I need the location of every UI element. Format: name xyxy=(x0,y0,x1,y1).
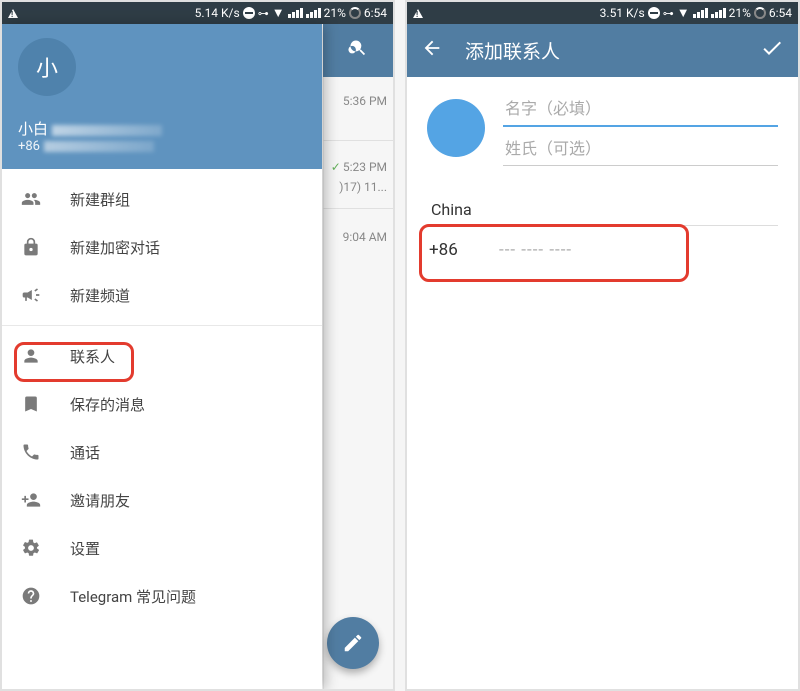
compose-fab[interactable] xyxy=(327,617,379,669)
drawer-item-faq[interactable]: Telegram 常见问题 xyxy=(2,572,322,620)
phone-right: 3.51 K/s ⊶ ▼ 21% 6:54 添加联系人 Ch xyxy=(405,0,800,691)
main-appbar-partial xyxy=(323,24,393,77)
loading-icon xyxy=(754,7,766,19)
phone-icon xyxy=(20,442,42,462)
drawer-item-label: 新建加密对话 xyxy=(70,237,160,258)
contact-icon xyxy=(20,346,42,366)
last-name-field[interactable] xyxy=(503,133,778,166)
drawer-header[interactable]: 小 小白 +86 xyxy=(2,24,322,169)
drawer-item-settings[interactable]: 设置 xyxy=(2,524,322,572)
user-avatar[interactable]: 小 xyxy=(18,38,76,96)
warning-icon xyxy=(413,9,423,18)
chat-time-1: 5:36 PM xyxy=(329,94,387,108)
user-name: 小白 xyxy=(18,118,306,139)
search-icon[interactable] xyxy=(348,38,368,63)
group-icon xyxy=(20,189,42,209)
redacted xyxy=(52,125,162,136)
drawer-item-label: 联系人 xyxy=(70,346,115,367)
network-speed: 5.14 K/s xyxy=(195,6,240,20)
avatar-initial: 小 xyxy=(36,51,58,83)
chat-time-3: 9:04 AM xyxy=(329,230,387,244)
calling-code[interactable]: +86 xyxy=(429,240,475,260)
status-bar: 5.14 K/s ⊶ ▼ 21% 6:54 xyxy=(2,2,393,24)
megaphone-icon xyxy=(20,285,42,305)
battery-pct: 21% xyxy=(324,6,346,20)
help-icon xyxy=(20,586,42,606)
drawer-item-saved-messages[interactable]: 保存的消息 xyxy=(2,380,322,428)
back-button[interactable] xyxy=(421,37,443,65)
signal-icon xyxy=(288,8,303,18)
chat-preview-2: )17) 11... xyxy=(329,180,387,194)
loading-icon xyxy=(349,7,361,19)
lock-icon xyxy=(20,237,42,257)
chat-time-2: ✓5:23 PM xyxy=(329,160,387,174)
phone-left: 5.14 K/s ⊶ ▼ 21% 6:54 5:36 PM ✓5:23 PM )… xyxy=(0,0,395,691)
add-contact-appbar: 添加联系人 xyxy=(407,24,798,77)
vpn-key-icon: ⊶ xyxy=(663,7,674,20)
divider xyxy=(2,325,322,326)
drawer-item-label: 新建频道 xyxy=(70,285,130,306)
redacted xyxy=(44,141,154,152)
first-name-field[interactable] xyxy=(503,93,778,127)
drawer-item-label: 设置 xyxy=(70,538,100,559)
network-speed: 3.51 K/s xyxy=(600,6,645,20)
drawer-item-label: 通话 xyxy=(70,442,100,463)
phone-number-field[interactable]: --- ---- ---- xyxy=(499,240,572,260)
drawer-item-invite-friends[interactable]: 邀请朋友 xyxy=(2,476,322,524)
contact-avatar-placeholder[interactable] xyxy=(427,99,485,157)
signal-icon xyxy=(693,8,708,18)
warning-icon xyxy=(8,9,18,18)
person-add-icon xyxy=(20,490,42,510)
drawer-menu: 新建群组 新建加密对话 新建频道 联系人 保存的消息 通话 xyxy=(2,169,322,689)
drawer-item-label: 新建群组 xyxy=(70,189,130,210)
navigation-drawer: 小 小白 +86 新建群组 新建加密对话 新建频道 xyxy=(2,24,322,689)
country-selector[interactable]: China xyxy=(429,200,778,225)
user-phone: +86 xyxy=(18,139,306,154)
drawer-item-contacts[interactable]: 联系人 xyxy=(2,332,322,380)
divider xyxy=(323,208,393,209)
status-bar: 3.51 K/s ⊶ ▼ 21% 6:54 xyxy=(407,2,798,24)
drawer-item-calls[interactable]: 通话 xyxy=(2,428,322,476)
read-check-icon: ✓ xyxy=(331,160,341,174)
gear-icon xyxy=(20,538,42,558)
drawer-item-label: 保存的消息 xyxy=(70,394,145,415)
clock: 6:54 xyxy=(364,6,387,20)
dnd-icon xyxy=(648,7,660,19)
vpn-key-icon: ⊶ xyxy=(258,7,269,20)
signal-icon-2 xyxy=(711,8,726,18)
drawer-item-new-group[interactable]: 新建群组 xyxy=(2,175,322,223)
drawer-item-new-channel[interactable]: 新建频道 xyxy=(2,271,322,319)
confirm-button[interactable] xyxy=(760,36,784,66)
chat-list-partial xyxy=(323,24,393,689)
drawer-item-new-secret-chat[interactable]: 新建加密对话 xyxy=(2,223,322,271)
drawer-item-label: Telegram 常见问题 xyxy=(70,586,196,607)
add-contact-form: China +86 --- ---- ---- xyxy=(407,77,798,276)
dnd-icon xyxy=(243,7,255,19)
divider xyxy=(323,140,393,141)
clock: 6:54 xyxy=(769,6,792,20)
wifi-icon: ▼ xyxy=(272,5,285,21)
bookmark-icon xyxy=(20,394,42,414)
signal-icon-2 xyxy=(306,8,321,18)
drawer-item-label: 邀请朋友 xyxy=(70,490,130,511)
wifi-icon: ▼ xyxy=(677,5,690,21)
page-title: 添加联系人 xyxy=(465,37,738,64)
battery-pct: 21% xyxy=(729,6,751,20)
